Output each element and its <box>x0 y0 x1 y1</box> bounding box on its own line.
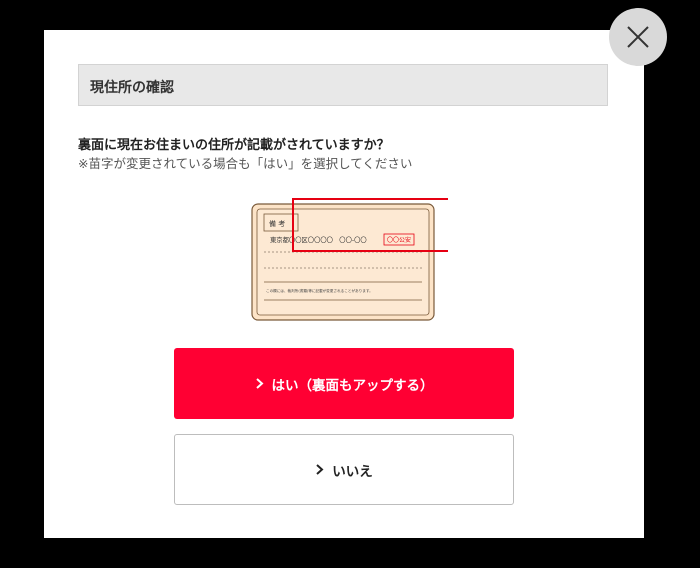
no-button-label: いいえ <box>332 463 373 480</box>
close-icon <box>627 26 649 48</box>
modal-title: 現住所の確認 <box>90 80 174 96</box>
chevron-right-icon <box>316 464 324 475</box>
license-card-illustration: 備 考 東京都〇〇区〇〇〇〇 〇〇-〇〇 〇〇公安 この欄には、裁判所(書類)等… <box>251 198 448 321</box>
yes-button-label: はい（裏面もアップする） <box>271 377 434 394</box>
card-address: 東京都〇〇区〇〇〇〇 〇〇-〇〇 <box>270 235 367 244</box>
confirmation-modal: 現住所の確認 裏面に現在お住まいの住所が記載がされていますか？ ※苗字が変更され… <box>44 30 644 538</box>
modal-header: 現住所の確認 <box>78 64 608 106</box>
note-text: ※苗字が変更されている場合も「はい」を選択してください <box>78 156 413 171</box>
card-label: 備 考 <box>269 219 285 228</box>
close-button[interactable] <box>609 8 667 66</box>
card-fine-print: この欄には、裁判所(書類)等に記載が変更されることがあります。 <box>266 288 373 293</box>
card-stamp: 〇〇公安 <box>387 236 411 244</box>
no-button[interactable]: いいえ <box>174 434 514 505</box>
question-text: 裏面に現在お住まいの住所が記載がされていますか？ <box>78 138 390 153</box>
chevron-right-icon <box>255 378 263 389</box>
yes-button[interactable]: はい（裏面もアップする） <box>174 348 514 419</box>
